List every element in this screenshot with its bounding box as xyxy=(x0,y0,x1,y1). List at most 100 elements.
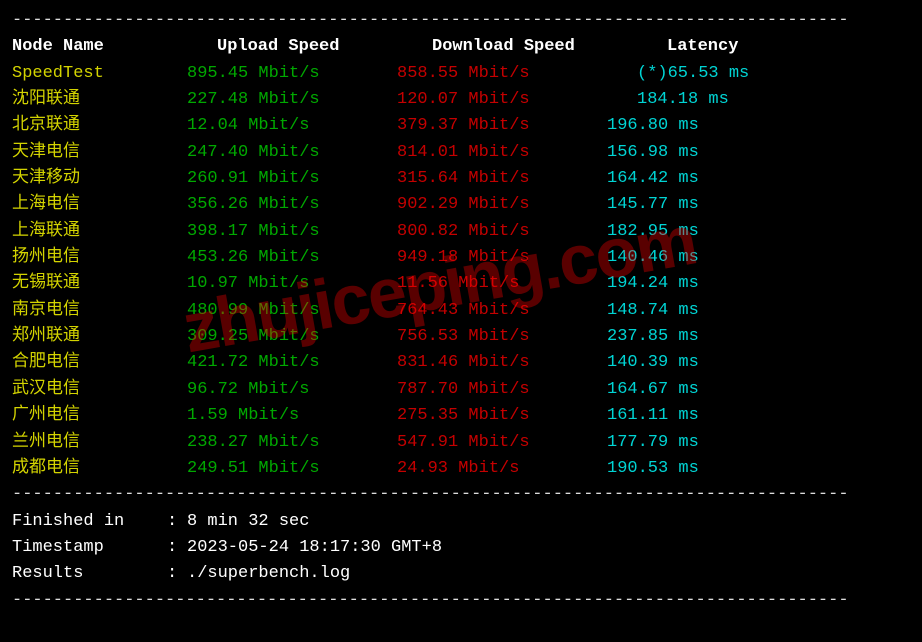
table-row: 合肥电信421.72 Mbit/s831.46 Mbit/s140.39 ms xyxy=(12,350,910,376)
row-latency: 177.79 ms xyxy=(607,430,910,456)
row-latency: 196.80 ms xyxy=(607,113,910,139)
row-download: 275.35 Mbit/s xyxy=(397,403,607,429)
row-node: 武汉电信 xyxy=(12,377,187,403)
row-upload: 480.99 Mbit/s xyxy=(187,298,397,324)
row-node: 合肥电信 xyxy=(12,350,187,376)
row-upload: 260.91 Mbit/s xyxy=(187,166,397,192)
table-row: 上海联通398.17 Mbit/s800.82 Mbit/s182.95 ms xyxy=(12,219,910,245)
row-node: 郑州联通 xyxy=(12,324,187,350)
footer-results-value: ./superbench.log xyxy=(187,561,350,587)
footer-timestamp-label: Timestamp xyxy=(12,535,167,561)
row-download: 120.07 Mbit/s xyxy=(397,87,607,113)
speedtest-node: SpeedTest xyxy=(12,61,187,87)
table-row: 武汉电信96.72 Mbit/s787.70 Mbit/s164.67 ms xyxy=(12,377,910,403)
table-row: 上海电信356.26 Mbit/s902.29 Mbit/s145.77 ms xyxy=(12,192,910,218)
row-upload: 356.26 Mbit/s xyxy=(187,192,397,218)
table-row: 广州电信1.59 Mbit/s275.35 Mbit/s161.11 ms xyxy=(12,403,910,429)
table-row: 北京联通12.04 Mbit/s379.37 Mbit/s196.80 ms xyxy=(12,113,910,139)
row-download: 764.43 Mbit/s xyxy=(397,298,607,324)
footer-finished: Finished in : 8 min 32 sec xyxy=(12,509,910,535)
table-row: 兰州电信238.27 Mbit/s547.91 Mbit/s177.79 ms xyxy=(12,430,910,456)
speedtest-latency: (*)65.53 ms xyxy=(607,61,910,87)
row-upload: 1.59 Mbit/s xyxy=(187,403,397,429)
table-row: 郑州联通309.25 Mbit/s756.53 Mbit/s237.85 ms xyxy=(12,324,910,350)
row-node: 南京电信 xyxy=(12,298,187,324)
row-upload: 309.25 Mbit/s xyxy=(187,324,397,350)
row-upload: 453.26 Mbit/s xyxy=(187,245,397,271)
row-upload: 96.72 Mbit/s xyxy=(187,377,397,403)
row-download: 814.01 Mbit/s xyxy=(397,140,607,166)
row-download: 902.29 Mbit/s xyxy=(397,192,607,218)
row-latency: 237.85 ms xyxy=(607,324,910,350)
row-download: 11.56 Mbit/s xyxy=(397,271,607,297)
row-latency: 145.77 ms xyxy=(607,192,910,218)
row-download: 831.46 Mbit/s xyxy=(397,350,607,376)
row-latency: 140.39 ms xyxy=(607,350,910,376)
row-node: 兰州电信 xyxy=(12,430,187,456)
row-node: 天津移动 xyxy=(12,166,187,192)
table-row: 扬州电信453.26 Mbit/s949.18 Mbit/s140.46 ms xyxy=(12,245,910,271)
table-row: 天津电信247.40 Mbit/s814.01 Mbit/s156.98 ms xyxy=(12,140,910,166)
row-node: 沈阳联通 xyxy=(12,87,187,113)
speedtest-download: 858.55 Mbit/s xyxy=(397,61,607,87)
row-node: 上海联通 xyxy=(12,219,187,245)
row-upload: 238.27 Mbit/s xyxy=(187,430,397,456)
divider-mid: ----------------------------------------… xyxy=(12,482,910,508)
row-node: 广州电信 xyxy=(12,403,187,429)
footer-sep: : xyxy=(167,509,187,535)
row-node: 天津电信 xyxy=(12,140,187,166)
row-node: 成都电信 xyxy=(12,456,187,482)
row-download: 949.18 Mbit/s xyxy=(397,245,607,271)
row-node: 北京联通 xyxy=(12,113,187,139)
table-row: 南京电信480.99 Mbit/s764.43 Mbit/s148.74 ms xyxy=(12,298,910,324)
row-download: 379.37 Mbit/s xyxy=(397,113,607,139)
table-row: 无锡联通10.97 Mbit/s11.56 Mbit/s194.24 ms xyxy=(12,271,910,297)
row-latency: 140.46 ms xyxy=(607,245,910,271)
footer-finished-value: 8 min 32 sec xyxy=(187,509,309,535)
row-upload: 421.72 Mbit/s xyxy=(187,350,397,376)
speedtest-row: SpeedTest 895.45 Mbit/s 858.55 Mbit/s (*… xyxy=(12,61,910,87)
footer-results: Results : ./superbench.log xyxy=(12,561,910,587)
row-latency: 190.53 ms xyxy=(607,456,910,482)
row-latency: 164.42 ms xyxy=(607,166,910,192)
row-download: 315.64 Mbit/s xyxy=(397,166,607,192)
row-download: 787.70 Mbit/s xyxy=(397,377,607,403)
row-latency: 164.67 ms xyxy=(607,377,910,403)
footer-finished-label: Finished in xyxy=(12,509,167,535)
row-latency: 182.95 ms xyxy=(607,219,910,245)
row-latency: 184.18 ms xyxy=(607,87,910,113)
footer-timestamp-value: 2023-05-24 18:17:30 GMT+8 xyxy=(187,535,442,561)
row-upload: 227.48 Mbit/s xyxy=(187,87,397,113)
footer-results-label: Results xyxy=(12,561,167,587)
footer-sep: : xyxy=(167,561,187,587)
row-download: 800.82 Mbit/s xyxy=(397,219,607,245)
table-header: Node Name Upload Speed Download Speed La… xyxy=(12,34,910,60)
row-node: 上海电信 xyxy=(12,192,187,218)
row-latency: 156.98 ms xyxy=(607,140,910,166)
row-node: 扬州电信 xyxy=(12,245,187,271)
row-download: 24.93 Mbit/s xyxy=(397,456,607,482)
row-upload: 249.51 Mbit/s xyxy=(187,456,397,482)
table-row: 成都电信249.51 Mbit/s24.93 Mbit/s190.53 ms xyxy=(12,456,910,482)
divider-top: ----------------------------------------… xyxy=(12,8,910,34)
header-latency: Latency xyxy=(607,34,910,60)
table-row: 沈阳联通227.48 Mbit/s120.07 Mbit/s184.18 ms xyxy=(12,87,910,113)
row-download: 547.91 Mbit/s xyxy=(397,430,607,456)
header-download: Download Speed xyxy=(397,34,607,60)
row-upload: 398.17 Mbit/s xyxy=(187,219,397,245)
row-latency: 161.11 ms xyxy=(607,403,910,429)
row-latency: 194.24 ms xyxy=(607,271,910,297)
header-node: Node Name xyxy=(12,34,187,60)
divider-bottom: ----------------------------------------… xyxy=(12,588,910,614)
row-download: 756.53 Mbit/s xyxy=(397,324,607,350)
footer-timestamp: Timestamp : 2023-05-24 18:17:30 GMT+8 xyxy=(12,535,910,561)
row-upload: 10.97 Mbit/s xyxy=(187,271,397,297)
header-upload: Upload Speed xyxy=(187,34,397,60)
speedtest-upload: 895.45 Mbit/s xyxy=(187,61,397,87)
table-row: 天津移动260.91 Mbit/s315.64 Mbit/s164.42 ms xyxy=(12,166,910,192)
row-node: 无锡联通 xyxy=(12,271,187,297)
row-latency: 148.74 ms xyxy=(607,298,910,324)
row-upload: 12.04 Mbit/s xyxy=(187,113,397,139)
footer-sep: : xyxy=(167,535,187,561)
row-upload: 247.40 Mbit/s xyxy=(187,140,397,166)
